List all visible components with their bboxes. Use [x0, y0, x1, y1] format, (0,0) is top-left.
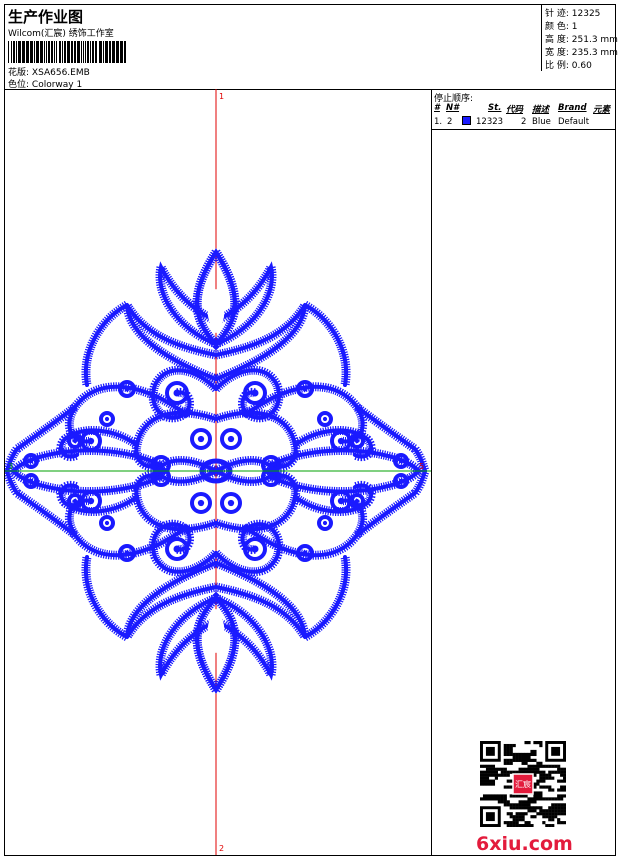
- col-header-needle: N#: [446, 103, 460, 113]
- col-header-brand: Brand: [558, 103, 587, 113]
- axis-marker-left: 3: [8, 462, 13, 471]
- qr-code: 汇宸: [480, 741, 566, 827]
- row-brand: Default: [558, 117, 590, 127]
- thread-color-swatch: [462, 116, 471, 125]
- col-header-code: 代码: [506, 105, 524, 115]
- row-index: 1.: [434, 117, 443, 127]
- row-needle: 2: [447, 117, 453, 127]
- embroidery-design: 1 2 3 5: [5, 89, 431, 855]
- studio-name: Wilcom(汇宸) 绣饰工作室: [8, 29, 114, 39]
- design-height: 高 度: 251.3 mm: [545, 35, 618, 45]
- panel-divider: [432, 129, 615, 130]
- row-description: Blue: [532, 117, 551, 127]
- stop-sequence-panel: 停止顺序: # N# St. 代码 描述 Brand 元素 1. 2 12323…: [432, 89, 615, 855]
- watermark: 6xiu.com: [476, 833, 573, 855]
- motif-quadrant: [5, 243, 240, 475]
- col-header-description: 描述: [532, 105, 550, 115]
- col-header-element: 元素: [593, 105, 611, 115]
- design-width: 宽 度: 235.3 mm: [545, 48, 618, 58]
- row-code: 2: [521, 117, 527, 127]
- sheet-header: 生产作业图 Wilcom(汇宸) 绣饰工作室 花版: XSA656.EMB 色位…: [5, 5, 618, 90]
- axis-marker-top: 1: [219, 92, 224, 101]
- col-header-stitches: St.: [488, 103, 502, 113]
- design-stats: 针 迹: 12325 颜 色: 1 高 度: 251.3 mm 宽 度: 235…: [541, 5, 618, 71]
- row-stitches: 12323: [476, 117, 504, 127]
- design-scale: 比 例: 0.60: [545, 61, 592, 71]
- production-worksheet: 生产作业图 Wilcom(汇宸) 绣饰工作室 花版: XSA656.EMB 色位…: [4, 4, 618, 856]
- axis-marker-right: 5: [419, 462, 424, 471]
- sheet-title: 生产作业图: [8, 8, 84, 26]
- color-count: 颜 色: 1: [545, 22, 578, 32]
- design-preview: 1 2 3 5: [5, 89, 432, 855]
- col-header-index: #: [434, 103, 440, 113]
- barcode: [8, 41, 126, 63]
- stitch-count: 针 迹: 12325: [545, 9, 601, 19]
- axis-marker-bottom: 2: [219, 844, 224, 853]
- motif-quadrant: [5, 467, 240, 699]
- qr-seal-text: 汇宸: [515, 779, 531, 789]
